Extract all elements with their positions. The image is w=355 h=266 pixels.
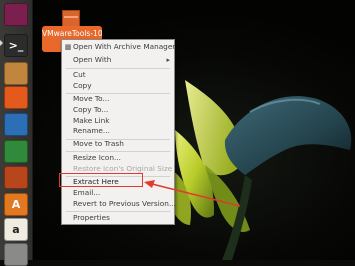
annotation-arrow — [144, 180, 241, 207]
